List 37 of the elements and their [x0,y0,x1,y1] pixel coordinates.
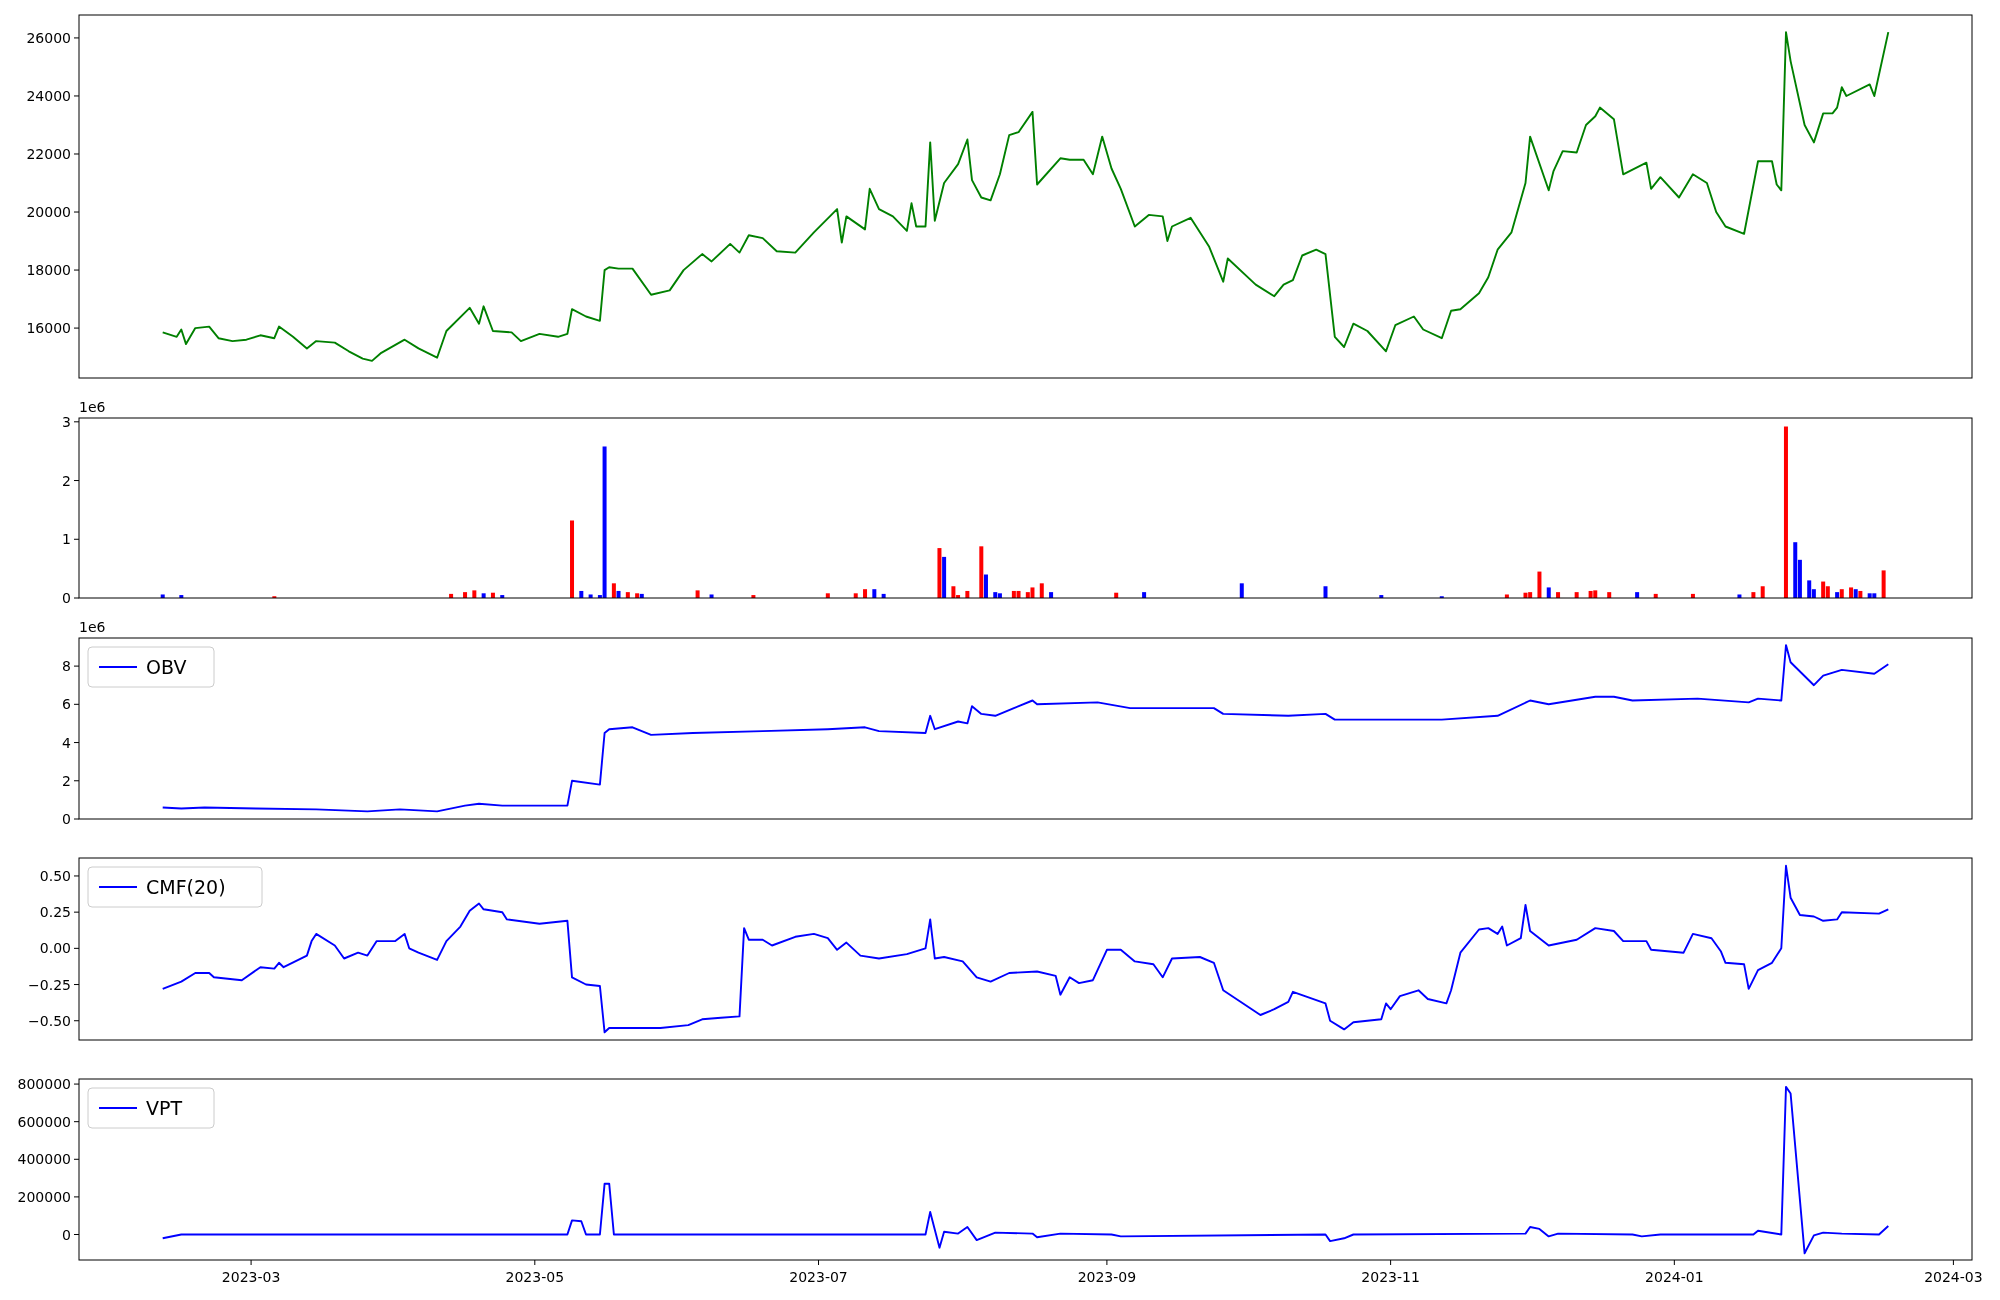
x-tick-label: 2023-07 [789,1269,848,1285]
y-tick-label: 2 [62,472,71,489]
y-tick-label: 0 [62,1226,71,1243]
y-tick-label: −0.50 [28,1012,71,1029]
y-tick-label: 4 [62,734,71,751]
y-tick-label: 800000 [17,1076,71,1093]
x-tick-label: 2024-03 [1924,1269,1983,1285]
legend-label: CMF(20) [146,876,226,898]
y-tick-label: 0 [62,811,71,827]
x-tick-label: 2023-03 [221,1269,281,1285]
y-tick-label: 1 [62,531,71,548]
y-tick-label: 2 [62,772,71,789]
y-tick-label: 22000 [26,146,71,162]
y-tick-label: 600000 [17,1113,71,1130]
x-tick-label: 2024-01 [1645,1269,1704,1285]
y-tick-label: 26000 [26,29,71,46]
x-tick-label: 2023-11 [1361,1269,1420,1285]
y-tick-label: −0.25 [28,976,71,993]
x-tick-label: 2023-05 [505,1269,565,1285]
y-tick-label: 20000 [26,204,71,220]
y-tick-label: 0.25 [39,904,71,921]
legend-label: VPT [146,1097,183,1119]
y-tick-label: 0.00 [39,940,71,957]
y-tick-label: 200000 [17,1188,71,1205]
x-tick-label: 2023-09 [1077,1269,1137,1285]
axis-multiplier: 1e6 [79,399,106,415]
axis-multiplier: 1e6 [79,619,106,635]
y-tick-label: 18000 [26,262,71,279]
y-tick-label: 8 [62,658,71,675]
y-tick-label: 0.50 [39,867,71,884]
y-tick-label: 24000 [26,87,71,104]
y-tick-label: 0 [62,590,71,606]
y-tick-label: 400000 [17,1151,71,1168]
y-tick-label: 16000 [26,320,71,337]
y-tick-label: 3 [62,413,71,430]
y-tick-label: 6 [62,696,71,713]
legend-label: OBV [146,656,187,678]
